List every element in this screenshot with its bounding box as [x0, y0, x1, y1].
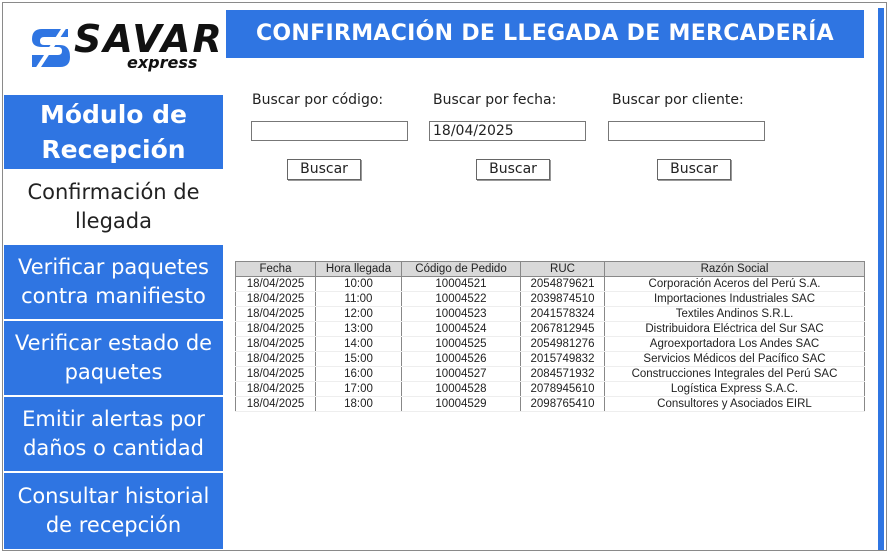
table-cell: 2041578324 [520, 306, 605, 322]
table-row[interactable]: 18/04/2025 15:00 10004526 2015749832 Servici… [235, 351, 865, 367]
table-row[interactable]: 18/04/2025 12:00 10004523 2041578324 Textile… [235, 306, 865, 322]
sidebar-item-verificar-estado[interactable]: Verificar estado de paquetes [4, 321, 223, 395]
module-heading: Módulo de Recepción [4, 95, 223, 169]
column-header-razon-social: Razón Social [604, 261, 865, 277]
table-header-row: Fecha Hora llegada Código de Pedido RUC … [235, 261, 865, 277]
table-cell: 18/04/2025 [235, 396, 316, 412]
sidebar-item-label: Emitir alertas por [22, 407, 205, 431]
page-title: CONFIRMACIÓN DE LLEGADA DE MERCADERÍA [226, 10, 864, 58]
table-cell: 18/04/2025 [235, 381, 316, 397]
sidebar-item-emitir-alertas[interactable]: Emitir alertas por daños o cantidad [4, 397, 223, 471]
table-cell: 10004521 [401, 276, 521, 292]
arrivals-table: Fecha Hora llegada Código de Pedido RUC … [235, 261, 865, 412]
table-cell: 18/04/2025 [235, 306, 316, 322]
table-row[interactable]: 18/04/2025 16:00 10004527 2084571932 Constru… [235, 366, 865, 382]
table-cell: 10004528 [401, 381, 521, 397]
sidebar-item-label: paquetes [64, 360, 163, 384]
table-cell: 10004523 [401, 306, 521, 322]
table-cell: Corporación Aceros del Perú S.A. [604, 276, 865, 292]
table-cell: Consultores y Asociados EIRL [604, 396, 865, 412]
table-row[interactable]: 18/04/2025 18:00 10004529 2098765410 Consult… [235, 396, 865, 412]
table-cell: 15:00 [315, 351, 402, 367]
table-cell: 14:00 [315, 336, 402, 352]
right-accent-bar [878, 8, 884, 550]
search-date-button[interactable]: Buscar [476, 159, 550, 180]
table-cell: 2039874510 [520, 291, 605, 307]
table-cell: 10004524 [401, 321, 521, 337]
table-cell: 16:00 [315, 366, 402, 382]
table-cell: 10004525 [401, 336, 521, 352]
table-cell: 2067812945 [520, 321, 605, 337]
sidebar-item-confirmacion-llegada[interactable]: Confirmación de llegada [4, 171, 223, 243]
table-cell: Servicios Médicos del Pacífico SAC [604, 351, 865, 367]
table-cell: Importaciones Industriales SAC [604, 291, 865, 307]
sidebar-item-verificar-paquetes[interactable]: Verificar paquetes contra manifiesto [4, 245, 223, 319]
table-cell: 10004522 [401, 291, 521, 307]
table-cell: 10004526 [401, 351, 521, 367]
sidebar-item-label: Consultar historial [17, 484, 210, 508]
module-heading-line1: Módulo de [39, 100, 188, 129]
table-row[interactable]: 18/04/2025 13:00 10004524 2067812945 Distrib… [235, 321, 865, 337]
sidebar: SAVAR express Módulo de Recepción Confir… [4, 5, 223, 549]
table-cell: 2078945610 [520, 381, 605, 397]
table-cell: Agroexportadora Los Andes SAC [604, 336, 865, 352]
table-row[interactable]: 18/04/2025 10:00 10004521 2054879621 Corpora… [235, 276, 865, 292]
table-cell: 12:00 [315, 306, 402, 322]
table-body: 18/04/2025 10:00 10004521 2054879621 Corpora… [235, 276, 865, 412]
table-cell: 10:00 [315, 276, 402, 292]
search-code-label: Buscar por código: [252, 92, 384, 108]
table-row[interactable]: 18/04/2025 11:00 10004522 2039874510 Importa… [235, 291, 865, 307]
search-date-input[interactable]: 18/04/2025 [429, 121, 586, 141]
table-cell: 2098765410 [520, 396, 605, 412]
column-header-codigo: Código de Pedido [401, 261, 521, 277]
sidebar-item-label: contra manifiesto [21, 284, 206, 308]
table-cell: 13:00 [315, 321, 402, 337]
table-cell: Construcciones Integrales del Perú SAC [604, 366, 865, 382]
module-heading-line2: Recepción [41, 135, 186, 164]
table-cell: 18/04/2025 [235, 351, 316, 367]
savar-logo-icon [32, 23, 70, 73]
table-cell: 18/04/2025 [235, 321, 316, 337]
search-code-input[interactable] [251, 121, 408, 141]
table-cell: 10004527 [401, 366, 521, 382]
sidebar-item-consultar-historial[interactable]: Consultar historial de recepción [4, 473, 223, 549]
sidebar-item-label: Verificar estado de [14, 331, 213, 355]
column-header-fecha: Fecha [235, 261, 316, 277]
search-code-button[interactable]: Buscar [287, 159, 361, 180]
table-cell: 11:00 [315, 291, 402, 307]
table-cell: Distribuidora Eléctrica del Sur SAC [604, 321, 865, 337]
table-cell: 2054981276 [520, 336, 605, 352]
table-cell: 2054879621 [520, 276, 605, 292]
sidebar-item-label: de recepción [45, 513, 182, 537]
table-row[interactable]: 18/04/2025 17:00 10004528 2078945610 Logísti… [235, 381, 865, 397]
table-row[interactable]: 18/04/2025 14:00 10004525 2054981276 Agroexp… [235, 336, 865, 352]
table-cell: 10004529 [401, 396, 521, 412]
table-cell: Logística Express S.A.C. [604, 381, 865, 397]
search-date-label: Buscar por fecha: [433, 92, 557, 108]
table-cell: 18:00 [315, 396, 402, 412]
logo-subtitle: express [127, 53, 198, 72]
table-cell: 18/04/2025 [235, 276, 316, 292]
sidebar-item-label: daños o cantidad [23, 436, 204, 460]
table-cell: 18/04/2025 [235, 366, 316, 382]
search-client-input[interactable] [608, 121, 765, 141]
sidebar-item-label: Confirmación de [27, 180, 200, 204]
table-cell: 18/04/2025 [235, 291, 316, 307]
column-header-hora: Hora llegada [315, 261, 402, 277]
search-client-label: Buscar por cliente: [612, 92, 744, 108]
table-cell: 2015749832 [520, 351, 605, 367]
sidebar-item-label: Verificar paquetes [18, 255, 209, 279]
table-cell: 17:00 [315, 381, 402, 397]
table-cell: Textiles Andinos S.R.L. [604, 306, 865, 322]
search-client-button[interactable]: Buscar [657, 159, 731, 180]
table-cell: 18/04/2025 [235, 336, 316, 352]
sidebar-item-label: llegada [75, 209, 152, 233]
column-header-ruc: RUC [520, 261, 605, 277]
logo: SAVAR express [4, 5, 223, 94]
table-cell: 2084571932 [520, 366, 605, 382]
